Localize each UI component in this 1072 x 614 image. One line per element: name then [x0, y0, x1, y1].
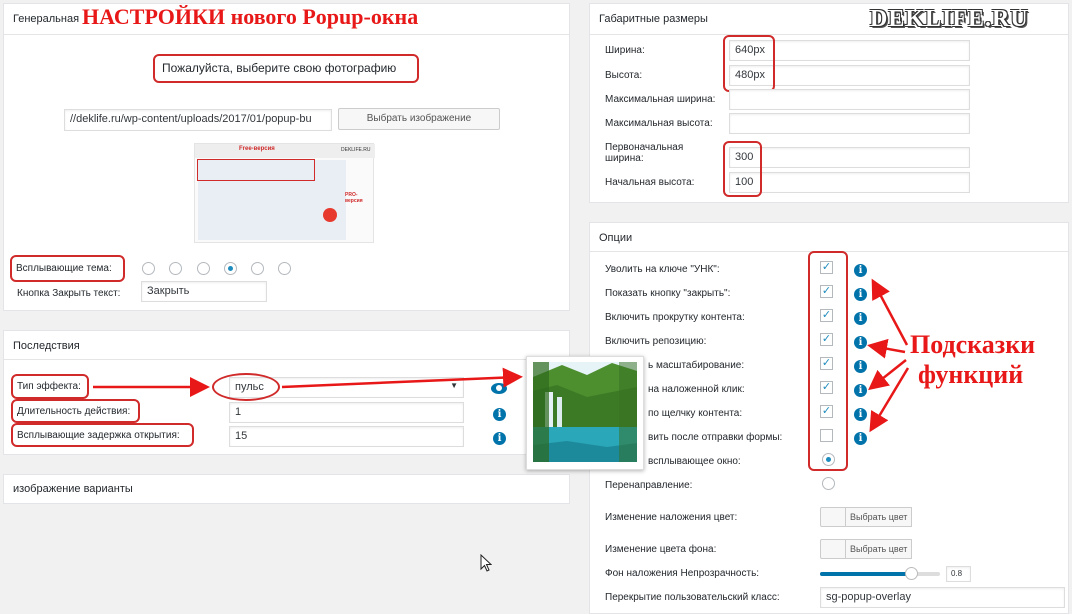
site-watermark: DEKLIFE.RU — [870, 6, 1029, 32]
close-text-field[interactable]: Закрыть — [141, 281, 267, 302]
image-options-panel: изображение варианты — [3, 474, 570, 504]
popup-window-label: всплывающее окно: — [648, 456, 741, 467]
max-height-field[interactable] — [729, 113, 970, 134]
thumbnail-pro-circle — [323, 208, 337, 222]
delay-label-highlight — [11, 423, 194, 447]
option-label: Уволить на ключе "УНК": — [605, 264, 720, 275]
info-icon[interactable]: i — [854, 384, 867, 397]
theme-radio-5[interactable] — [251, 262, 264, 275]
annotation-line2: функций — [918, 360, 1024, 389]
thumbnail-pro-label: PRO-версия — [345, 192, 363, 204]
redirect-label: Перенаправление: — [605, 480, 693, 491]
info-icon[interactable]: i — [493, 408, 506, 421]
theme-radio-6[interactable] — [278, 262, 291, 275]
delay-field[interactable]: 15 — [229, 426, 464, 447]
option-label: ь масштабирование: — [648, 360, 745, 371]
overlay-color-swatch[interactable] — [820, 507, 846, 527]
initial-width-label-line1: Первоначальная — [605, 142, 684, 153]
option-label: Включить репозицию: — [605, 336, 707, 347]
duration-label-highlight — [11, 399, 140, 423]
options-checkbox-highlight — [808, 251, 848, 471]
theme-radio-4[interactable] — [224, 262, 237, 275]
info-icon[interactable]: i — [854, 408, 867, 421]
bg-color-swatch[interactable] — [820, 539, 846, 559]
eye-icon[interactable] — [491, 383, 507, 394]
opacity-slider-track[interactable] — [820, 572, 940, 576]
overlay-color-label: Изменение наложения цвет: — [605, 512, 738, 523]
info-icon[interactable]: i — [854, 336, 867, 349]
effect-type-value-highlight — [212, 373, 280, 401]
theme-radio-2[interactable] — [169, 262, 182, 275]
effects-panel-divider — [4, 359, 569, 360]
opacity-slider-handle[interactable] — [905, 567, 918, 580]
max-width-field[interactable] — [729, 89, 970, 110]
initial-width-field[interactable]: 300 — [729, 147, 970, 168]
option-label: по щелчку контента: — [648, 408, 743, 419]
page-heading: НАСТРОЙКИ нового Popup-окна — [82, 4, 419, 29]
opacity-label: Фон наложения Непрозрачность: — [605, 568, 760, 579]
bg-color-label: Изменение цвета фона: — [605, 544, 717, 555]
dimensions-panel-divider — [590, 34, 1068, 35]
custom-class-field[interactable]: sg-popup-overlay — [820, 587, 1065, 608]
height-label: Высота: — [605, 70, 643, 81]
option-label: на наложенной клик: — [648, 384, 745, 395]
initial-size-highlight — [723, 141, 762, 197]
initial-width-label-line2: ширина: — [605, 153, 644, 164]
opacity-value: 0.8 — [946, 566, 971, 582]
option-label: вить после отправки формы: — [648, 432, 783, 443]
bg-color-button[interactable]: Выбрать цвет — [845, 539, 913, 559]
dimensions-panel-title: Габаритные размеры — [599, 13, 708, 25]
theme-radio-1[interactable] — [142, 262, 155, 275]
width-label: Ширина: — [605, 45, 645, 56]
popup-preview-image — [526, 356, 644, 470]
image-url-field[interactable]: //deklife.ru/wp-content/uploads/2017/01/… — [64, 109, 332, 131]
option-label: Показать кнопку "закрыть": — [605, 288, 731, 299]
thumbnail-free-box — [197, 159, 315, 181]
choose-image-button[interactable]: Выбрать изображение — [338, 108, 500, 130]
general-panel-divider — [4, 34, 569, 35]
redirect-radio[interactable] — [822, 477, 835, 490]
popup-preview-thumbnail: Free-версия DEKLIFE.RU PRO-версия — [194, 143, 375, 243]
size-highlight — [723, 35, 775, 92]
overlay-color-button[interactable]: Выбрать цвет — [845, 507, 913, 527]
thumbnail-header: Free-версия DEKLIFE.RU — [195, 144, 375, 158]
chevron-down-icon: ▼ — [450, 381, 458, 390]
annotation-line1: Подсказки — [910, 330, 1036, 359]
duration-field[interactable]: 1 — [229, 402, 464, 423]
thumbnail-header-left: Free-версия — [239, 146, 275, 152]
initial-height-field[interactable]: 100 — [729, 172, 970, 193]
info-icon[interactable]: i — [854, 312, 867, 325]
thumbnail-header-right: DEKLIFE.RU — [341, 147, 371, 153]
close-text-label: Кнопка Закрыть текст: — [17, 288, 121, 299]
general-panel-title: Генеральная — [13, 13, 80, 25]
initial-height-label: Начальная высота: — [605, 177, 695, 188]
effects-panel-title: Последствия — [13, 340, 80, 352]
info-icon[interactable]: i — [854, 432, 867, 445]
theme-radio-3[interactable] — [197, 262, 210, 275]
theme-label-highlight — [10, 255, 125, 282]
max-width-label: Максимальная ширина: — [605, 94, 716, 105]
options-panel-title: Опции — [599, 232, 633, 244]
effect-type-label-highlight — [11, 374, 89, 399]
cursor-icon — [480, 553, 493, 575]
choose-photo-highlight — [153, 54, 419, 83]
info-icon[interactable]: i — [854, 360, 867, 373]
info-icon[interactable]: i — [854, 264, 867, 277]
image-options-title: изображение варианты — [13, 483, 133, 495]
max-height-label: Максимальная высота: — [605, 118, 713, 129]
info-icon[interactable]: i — [493, 432, 506, 445]
custom-class-label: Перекрытие пользовательский класс: — [605, 592, 780, 603]
option-label: Включить прокрутку контента: — [605, 312, 745, 323]
info-icon[interactable]: i — [854, 288, 867, 301]
